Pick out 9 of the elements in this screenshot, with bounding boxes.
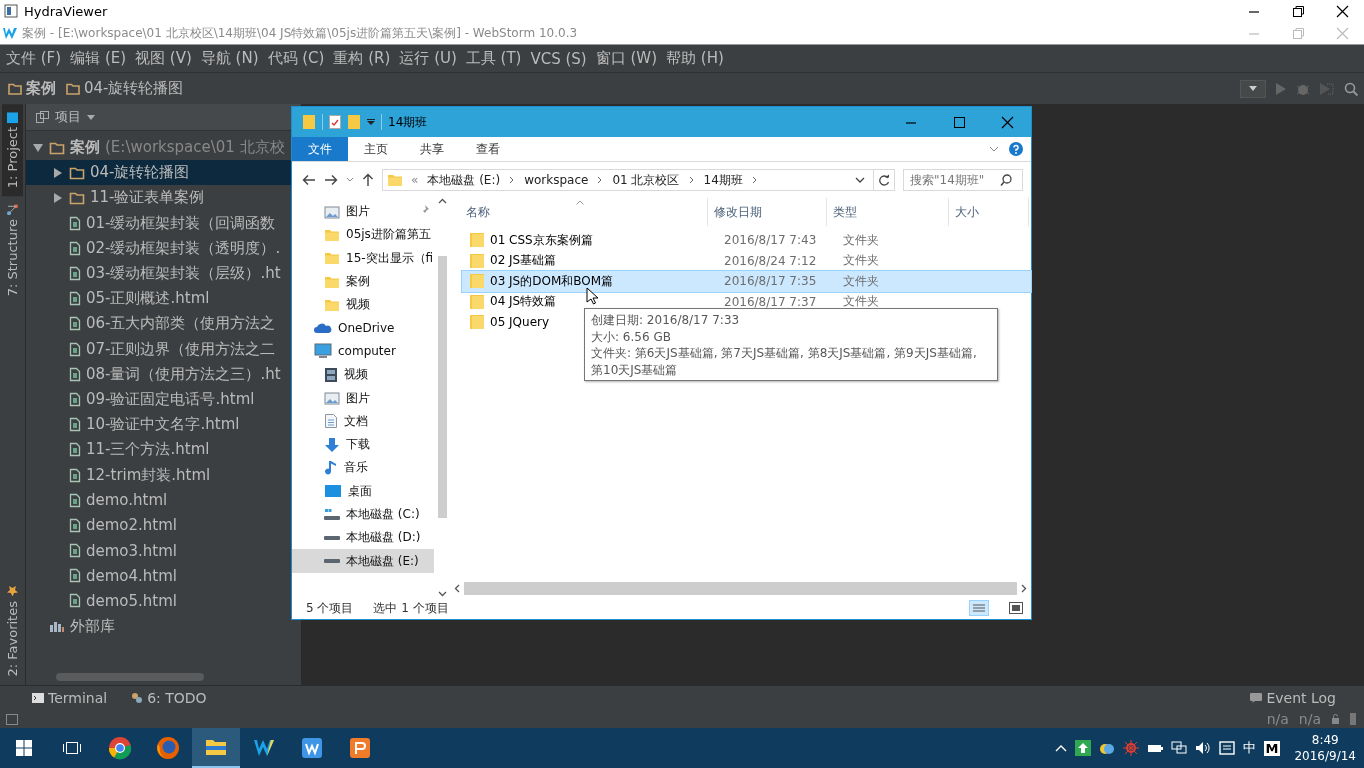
panel-title: 项目 <box>55 108 81 126</box>
status-text: n/a <box>1298 711 1321 727</box>
tooltip: 创建日期: 2016/8/17 7:33 大小: 6.56 GB 文件夹: 第6天JS基础篇, 第7天JS基础篇, 第8天JS基础篇, 第9天JS基础篇, 第10天JS基础篇 <box>584 308 998 381</box>
status-text: n/a <box>1266 711 1289 727</box>
window-title: 14期班 <box>388 113 428 131</box>
window-title: HydraViewer <box>24 3 108 19</box>
window-title: 案例 - [E:\workspace\01 北京校区\14期班\04 JS特效篇\05js进阶篇第五天\案例] - WebStorm 10.0.3 <box>22 24 578 42</box>
status-text: 5 个项目 <box>306 599 354 617</box>
status-text: 选中 1 个项目 <box>373 599 449 617</box>
